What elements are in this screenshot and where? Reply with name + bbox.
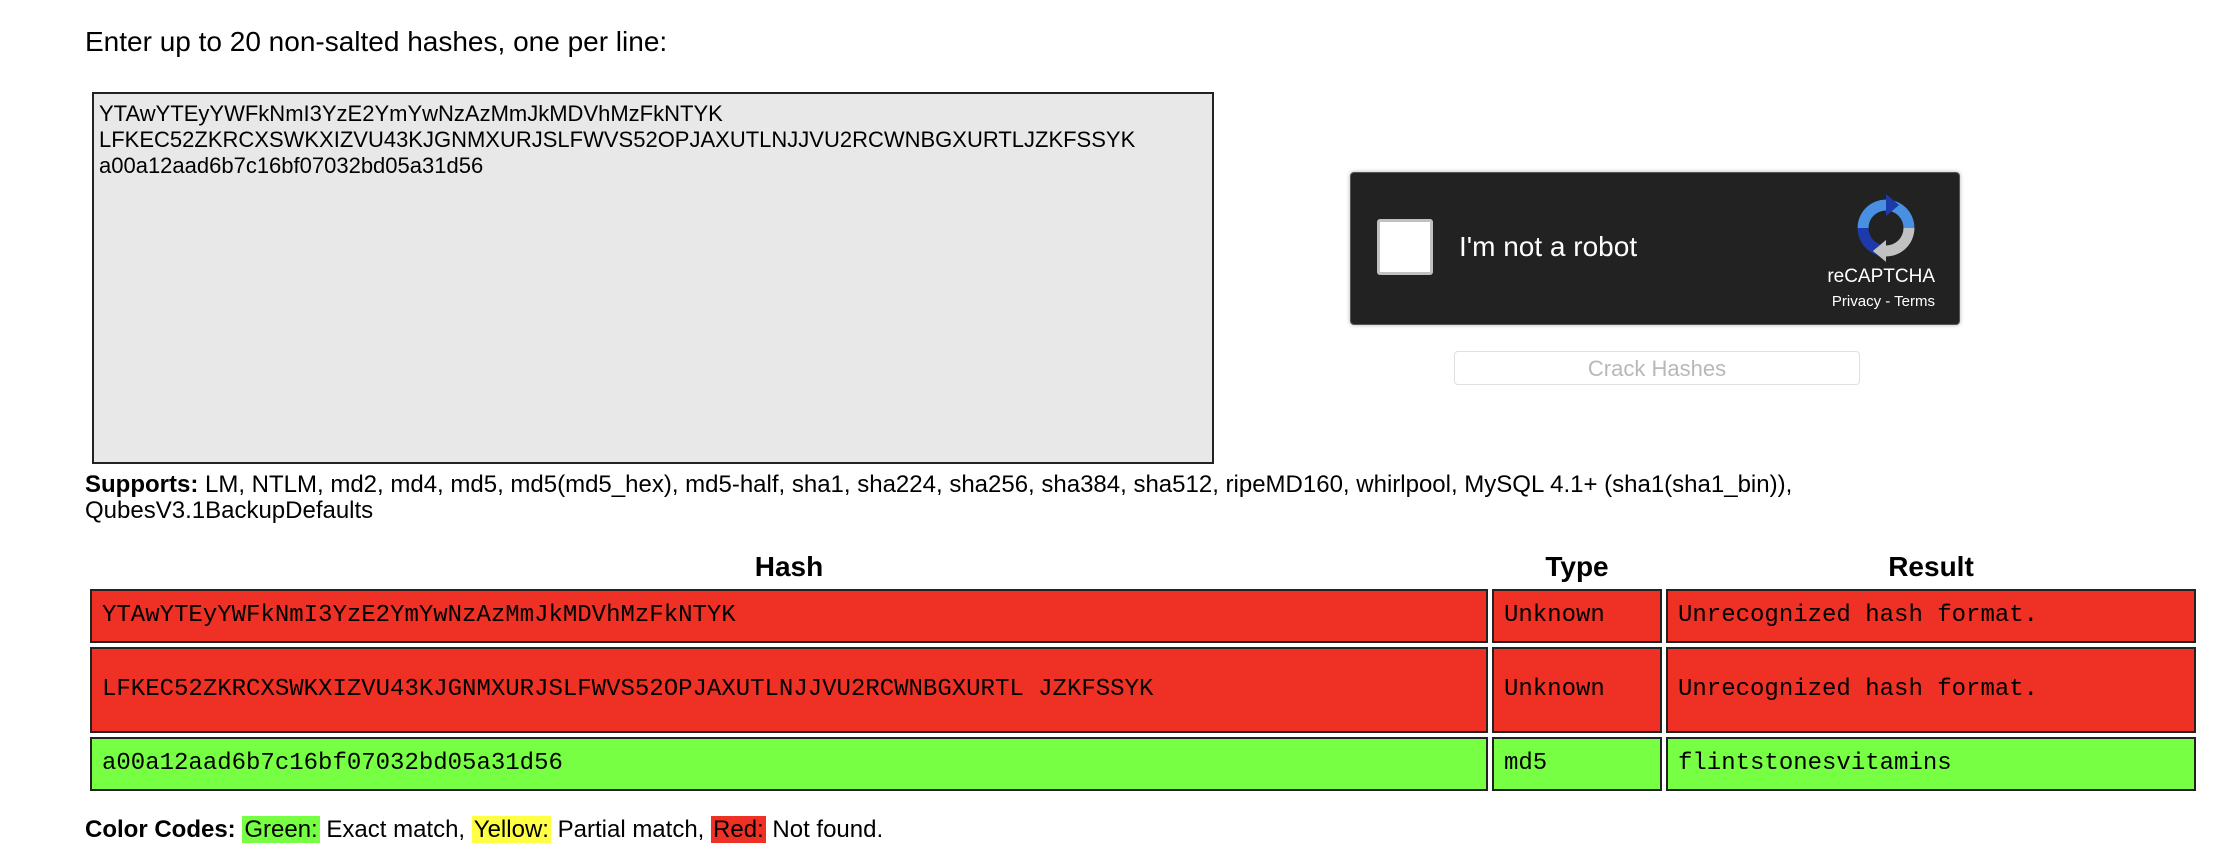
- recaptcha-link-separator: -: [1881, 293, 1895, 310]
- type-cell: Unknown: [1492, 589, 1662, 643]
- hash-cell: YTAwYTEyYWFkNmI3YzE2YmYwNzAzMmJkMDVhMzFk…: [90, 589, 1488, 643]
- hash-column-header: Hash: [754, 551, 824, 582]
- crack-hashes-button[interactable]: Crack Hashes: [1454, 351, 1860, 385]
- type-column-header: Type: [1545, 551, 1609, 582]
- recaptcha-label: I'm not a robot: [1459, 231, 1638, 262]
- table-row: a00a12aad6b7c16bf07032bd05a31d56 md5 fli…: [90, 737, 2196, 791]
- color-codes-legend: Color Codes: Green: Exact match, Yellow:…: [85, 815, 883, 845]
- recaptcha-brand: reCAPTCHA: [1827, 266, 1935, 287]
- table-row: LFKEC52ZKRCXSWKXIZVU43KJGNMXURJSLFWVS52O…: [90, 647, 2196, 733]
- type-cell: md5: [1492, 737, 1662, 791]
- recaptcha-widget: I'm not a robot reCAPTCHA Privacy - Term…: [1350, 172, 1960, 325]
- result-column-header: Result: [1888, 551, 1974, 582]
- result-cell: Unrecognized hash format.: [1666, 589, 2196, 643]
- table-row: YTAwYTEyYWFkNmI3YzE2YmYwNzAzMmJkMDVhMzFk…: [90, 589, 2196, 643]
- hash-cell: a00a12aad6b7c16bf07032bd05a31d56: [90, 737, 1488, 791]
- recaptcha-links: Privacy - Terms: [1832, 293, 1935, 310]
- type-cell: Unknown: [1492, 647, 1662, 733]
- results-header-row: Hash Type Result: [90, 551, 2196, 585]
- hash-cell: LFKEC52ZKRCXSWKXIZVU43KJGNMXURJSLFWVS52O…: [90, 647, 1488, 733]
- result-cell: flintstonesvitamins: [1666, 737, 2196, 791]
- recaptcha-logo-icon: [1857, 194, 1915, 262]
- results-table: Hash Type Result YTAwYTEyYWFkNmI3YzE2YmY…: [86, 547, 2200, 795]
- result-cell: Unrecognized hash format.: [1666, 647, 2196, 733]
- instructions-text: Enter up to 20 non-salted hashes, one pe…: [85, 26, 668, 57]
- supports-list: LM, NTLM, md2, md4, md5, md5(md5_hex), m…: [85, 471, 1793, 524]
- supports-label: Supports:: [85, 471, 199, 498]
- recaptcha-checkbox[interactable]: [1377, 219, 1433, 275]
- supported-formats: Supports: LM, NTLM, md2, md4, md5, md5(m…: [85, 472, 2085, 524]
- recaptcha-terms-link[interactable]: Terms: [1894, 293, 1935, 310]
- hash-input[interactable]: YTAwYTEyYWFkNmI3YzE2YmYwNzAzMmJkMDVhMzFk…: [92, 92, 1214, 464]
- recaptcha-privacy-link[interactable]: Privacy: [1832, 293, 1881, 310]
